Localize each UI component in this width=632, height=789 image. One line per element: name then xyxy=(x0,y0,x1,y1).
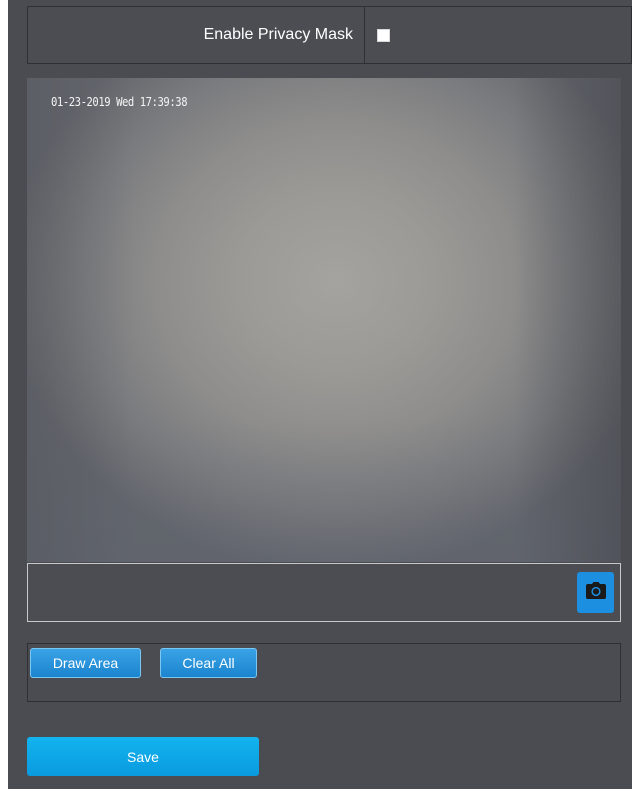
save-button[interactable]: Save xyxy=(27,737,259,776)
camera-icon xyxy=(585,581,606,604)
video-timestamp: 01-23-2019 Wed 17:39:38 xyxy=(51,95,188,109)
draw-area-button[interactable]: Draw Area xyxy=(30,648,141,678)
privacy-mask-checkbox[interactable] xyxy=(377,29,390,42)
video-preview[interactable]: 01-23-2019 Wed 17:39:38 xyxy=(27,78,621,562)
snapshot-button[interactable] xyxy=(577,572,614,613)
privacy-mask-label: Enable Privacy Mask xyxy=(28,7,365,63)
video-toolbar xyxy=(27,563,621,622)
clear-all-button[interactable]: Clear All xyxy=(160,648,257,678)
settings-panel: Enable Privacy Mask 01-23-2019 Wed 17:39… xyxy=(8,0,632,789)
privacy-mask-row: Enable Privacy Mask xyxy=(27,6,632,64)
draw-area-controls: Draw Area Clear All xyxy=(27,643,621,702)
